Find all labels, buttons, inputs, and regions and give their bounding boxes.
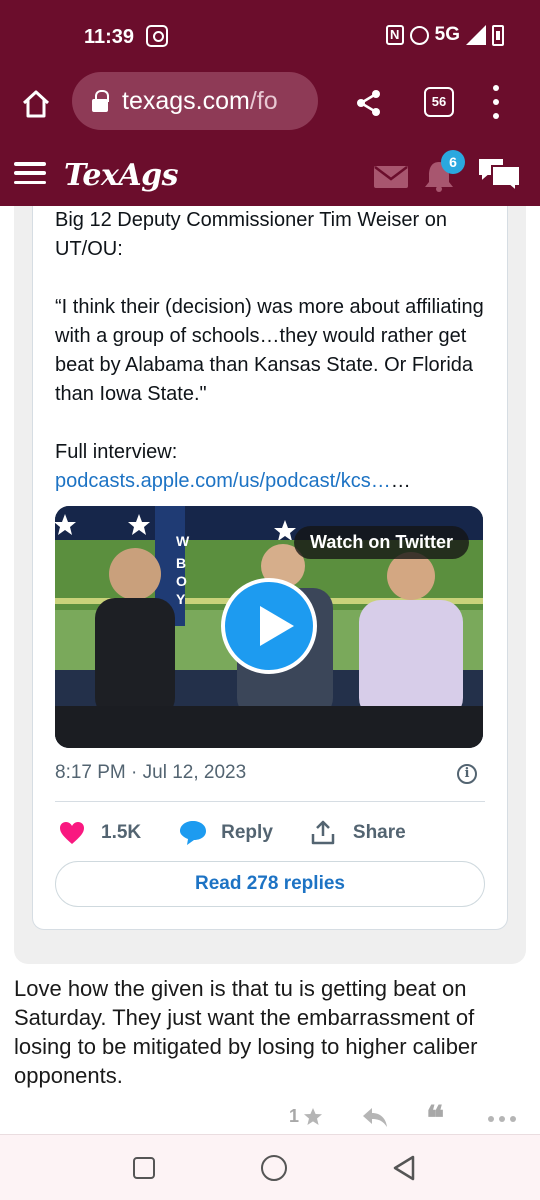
post-body: Love how the given is that tu is getting… (14, 976, 478, 1088)
quote-icon[interactable]: ❝ (426, 1102, 444, 1136)
tweet-video[interactable]: W B O Y Watch on Twitter (55, 506, 483, 748)
tweet-timestamp[interactable]: 8:17 PM · Jul 12, 2023 (55, 762, 246, 784)
notification-badge: 6 (441, 150, 465, 174)
svg-text:Y: Y (176, 591, 186, 607)
watch-on-twitter-badge[interactable]: Watch on Twitter (294, 526, 469, 559)
alarm-icon (409, 25, 429, 45)
post-actions: 1 ❝ (0, 1102, 540, 1136)
tweet-link[interactable]: podcasts.apple.com/us/podcast/kcs… (55, 470, 391, 492)
tweet-quote: “I think their (decision) was more about… (55, 296, 484, 405)
status-icons: N 5G (385, 24, 504, 46)
battery-icon (492, 24, 504, 46)
svg-text:O: O (176, 573, 187, 589)
status-bar: 11:39 N 5G (0, 0, 540, 70)
home-nav-icon[interactable] (261, 1155, 287, 1181)
signal-icon (466, 25, 486, 45)
back-icon[interactable] (392, 1155, 416, 1181)
read-replies-button[interactable]: Read 278 replies (55, 861, 485, 907)
share-button[interactable]: Share (353, 822, 406, 844)
star-icon (304, 1107, 323, 1125)
heart-icon[interactable] (59, 821, 85, 845)
screen-record-icon (146, 25, 168, 47)
reply-button[interactable]: Reply (221, 822, 273, 844)
svg-text:W: W (176, 533, 190, 549)
system-nav-bar (0, 1134, 540, 1200)
tweet-interview-label: Full interview: (55, 441, 178, 463)
share-upload-icon[interactable] (311, 820, 335, 846)
quoted-tweet-container: Big 12 Deputy Commissioner Tim Weiser on… (14, 206, 526, 964)
share-icon[interactable] (354, 88, 384, 118)
tweet-actions: 1.5K Reply Share (59, 818, 406, 848)
lock-icon (92, 90, 109, 112)
url-text: texags.com/fo (122, 86, 278, 115)
tweet-link-suffix: … (390, 470, 411, 492)
home-icon[interactable] (20, 88, 52, 120)
recent-apps-icon[interactable] (133, 1157, 155, 1179)
post-rating[interactable]: 1 (289, 1106, 323, 1127)
tweet-embed[interactable]: Big 12 Deputy Commissioner Tim Weiser on… (32, 206, 508, 930)
info-icon[interactable]: i (457, 764, 477, 784)
reply-arrow-icon[interactable] (362, 1106, 388, 1128)
tweet-line: Big 12 Deputy Commissioner Tim Weiser on… (55, 209, 447, 260)
mail-icon[interactable] (374, 166, 408, 188)
more-options-icon[interactable] (491, 85, 501, 119)
status-time: 11:39 (84, 26, 135, 48)
like-count[interactable]: 1.5K (101, 822, 141, 844)
play-icon[interactable] (221, 578, 317, 674)
tweet-text: Big 12 Deputy Commissioner Tim Weiser on… (55, 206, 495, 496)
network-label: 5G (434, 24, 460, 45)
divider (55, 801, 485, 802)
tab-switcher-button[interactable]: 56 (424, 87, 454, 117)
reply-bubble-icon[interactable] (179, 820, 207, 846)
hamburger-menu-icon[interactable] (14, 162, 46, 184)
svg-text:B: B (176, 555, 186, 571)
url-field[interactable]: texags.com/fo (72, 72, 318, 130)
browser-toolbar: texags.com/fo 56 (0, 70, 540, 138)
site-logo[interactable]: TexAgs (64, 158, 179, 193)
more-dots-icon[interactable] (488, 1116, 516, 1122)
chat-icon[interactable] (476, 156, 522, 192)
nfc-icon: N (385, 25, 404, 45)
rating-count: 1 (289, 1106, 300, 1126)
